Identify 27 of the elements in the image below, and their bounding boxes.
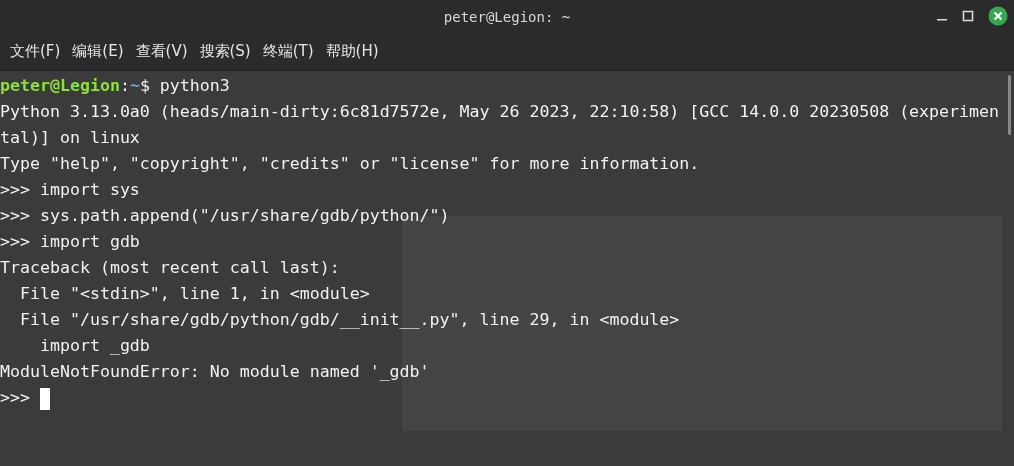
prompt-text: >>> [0, 388, 31, 407]
prompt-path: ~ [129, 76, 140, 95]
menu-item[interactable]: 编辑(E) [68, 40, 128, 63]
output-line: >>> sys.path.append("/usr/share/gdb/python/") [0, 206, 450, 225]
output-line: >>> import sys [0, 180, 140, 199]
prompt-user: peter@Legion [0, 76, 120, 95]
menu-item[interactable]: 搜索(S) [195, 40, 255, 63]
output-line: Python 3.13.0a0 (heads/main-dirty:6c81d7572e, May 26 2023, 22:10:58) [GCC 14.0.0 20230508 (experimen [0, 102, 1000, 121]
output-line: Traceback (most recent call last): [0, 258, 340, 277]
output-line: import _gdb [38, 336, 150, 355]
output-line: ModuleNotFoundError: No module named '_gdb' [0, 362, 430, 381]
output-line: File "/usr/share/gdb/python/gdb/__init__.py", line 29, in <module> [18, 310, 680, 329]
output-line: Type "help", "copyright", "credits" or "license" for more information. [0, 154, 700, 173]
scrollbar-thumb[interactable] [1008, 75, 1011, 135]
menu-item[interactable]: 帮助(H) [321, 40, 383, 63]
menu-item[interactable]: 查看(V) [131, 40, 192, 63]
prompt-separator: : [119, 76, 130, 95]
maximize-icon[interactable] [962, 10, 974, 22]
output-line: File "<stdin>", line 1, in <module> [18, 284, 370, 303]
window-title: peter@Legion: ~ [443, 8, 571, 25]
output-line: tal)] on linux [0, 128, 140, 147]
output-line: >>> import gdb [0, 232, 140, 251]
close-icon[interactable] [988, 6, 1008, 26]
text-cursor [39, 387, 50, 410]
menu-item[interactable]: 文件(F) [6, 40, 65, 63]
command-text: $ python3 [139, 76, 230, 95]
menu-item[interactable]: 终端(T) [258, 40, 318, 63]
